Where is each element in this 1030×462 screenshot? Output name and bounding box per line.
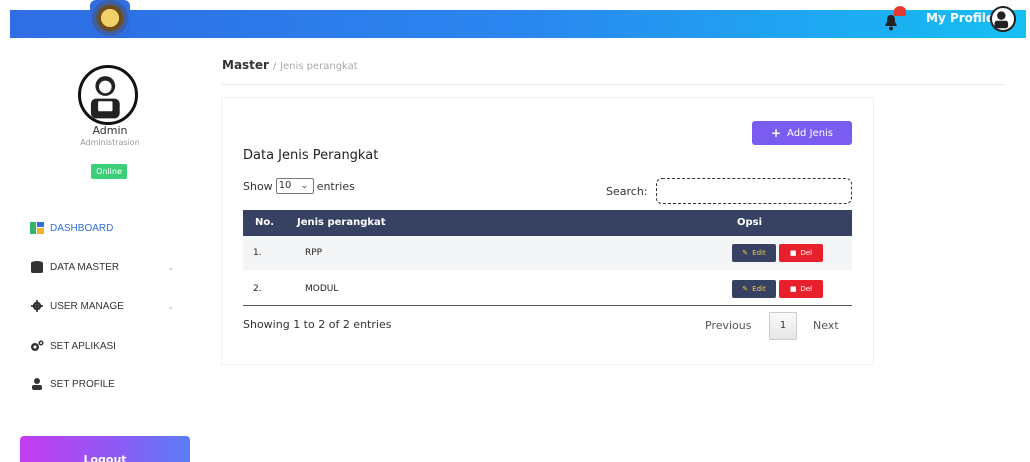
chevron-down-icon: ⌄ xyxy=(300,181,309,191)
plus-icon: + xyxy=(770,126,782,140)
edit-button[interactable]: ✎ Edit xyxy=(732,280,776,298)
entries-select-value: 10 xyxy=(278,180,292,191)
edit-label: Edit xyxy=(752,249,766,257)
logout-button[interactable]: Logout xyxy=(20,436,190,462)
profile-avatar[interactable] xyxy=(990,6,1016,32)
sidebar-item-set-aplikasi[interactable]: SET APLIKASI xyxy=(30,336,190,356)
cell-no: 2. xyxy=(253,284,262,294)
chevron-down-icon: ⌄ xyxy=(167,301,174,311)
user-icon xyxy=(30,378,44,390)
sidebar-item-user-manage[interactable]: USER MANAGE ⌄ xyxy=(30,296,190,316)
sidebar-item-set-profile[interactable]: SET PROFILE xyxy=(30,374,190,394)
divider xyxy=(222,84,1004,85)
table-header: No. Jenis perangkat Opsi xyxy=(243,210,852,236)
entries-select[interactable]: 10 ⌄ xyxy=(275,178,314,194)
sidebar-item-data-master[interactable]: DATA MASTER ⌄ xyxy=(30,257,190,277)
sidebar-item-label: SET PROFILE xyxy=(50,378,115,390)
user-avatar-icon xyxy=(994,11,1009,29)
search-input[interactable] xyxy=(656,178,852,204)
admin-role: Administrasion xyxy=(80,138,140,147)
table-bottom-border xyxy=(243,305,852,306)
pencil-icon: ✎ xyxy=(742,249,749,257)
show-label: Show xyxy=(243,179,273,193)
my-profile-link[interactable]: My Profile xyxy=(926,11,994,25)
pencil-icon: ✎ xyxy=(742,285,749,293)
gear-icon xyxy=(30,300,44,312)
top-navbar: My Profile xyxy=(10,0,1026,40)
bell-icon[interactable] xyxy=(884,14,898,32)
trash-icon: ■ xyxy=(789,249,797,257)
breadcrumb-current: Jenis perangkat xyxy=(280,61,358,72)
column-header-no[interactable]: No. xyxy=(255,217,274,228)
cell-no: 1. xyxy=(253,248,262,258)
pagination-previous[interactable]: Previous xyxy=(705,319,752,332)
page: My Profile Admin Administrasion Online D… xyxy=(0,0,1030,462)
column-header-jenis[interactable]: Jenis perangkat xyxy=(297,217,386,228)
delete-label: Del xyxy=(800,249,813,257)
edit-button[interactable]: ✎ Edit xyxy=(732,244,776,262)
app-logo[interactable] xyxy=(90,0,130,40)
entries-label: entries xyxy=(316,179,355,193)
cell-jenis: MODUL xyxy=(305,284,339,294)
edit-label: Edit xyxy=(752,285,766,293)
admin-name: Admin xyxy=(92,124,128,137)
dashboard-icon xyxy=(30,222,44,234)
sidebar-item-label: SET APLIKASI xyxy=(50,340,116,352)
add-jenis-button[interactable]: + Add Jenis xyxy=(752,121,852,145)
breadcrumb-separator: / xyxy=(272,61,277,72)
table-info: Showing 1 to 2 of 2 entries xyxy=(243,318,392,331)
admin-avatar xyxy=(78,65,138,125)
entries-length-control: Show 10 ⌄ entries xyxy=(243,178,355,194)
sidebar: Admin Administrasion Online DASHBOARD DA… xyxy=(10,38,210,462)
delete-button[interactable]: ■ Del xyxy=(779,280,823,298)
pagination-next[interactable]: Next xyxy=(813,319,839,332)
breadcrumb: Master / Jenis perangkat xyxy=(222,58,358,72)
chevron-down-icon: ⌄ xyxy=(167,262,174,272)
cell-jenis: RPP xyxy=(305,248,323,258)
sidebar-item-label: DASHBOARD xyxy=(50,222,114,234)
online-badge: Online xyxy=(91,164,127,179)
trash-icon: ■ xyxy=(789,285,797,293)
sidebar-item-label: DATA MASTER xyxy=(50,261,120,273)
sidebar-item-label: USER MANAGE xyxy=(50,300,124,312)
add-jenis-label: Add Jenis xyxy=(787,127,834,139)
gears-icon xyxy=(30,340,44,352)
breadcrumb-root[interactable]: Master xyxy=(222,58,269,72)
sidebar-item-dashboard[interactable]: DASHBOARD xyxy=(30,218,190,238)
database-icon xyxy=(30,261,44,274)
delete-button[interactable]: ■ Del xyxy=(779,244,823,262)
search-label: Search: xyxy=(606,185,648,198)
card-title: Data Jenis Perangkat xyxy=(243,148,379,163)
user-avatar-icon xyxy=(90,76,120,119)
delete-label: Del xyxy=(800,285,813,293)
pagination-page-1[interactable]: 1 xyxy=(769,312,797,340)
column-header-opsi[interactable]: Opsi xyxy=(737,217,762,228)
